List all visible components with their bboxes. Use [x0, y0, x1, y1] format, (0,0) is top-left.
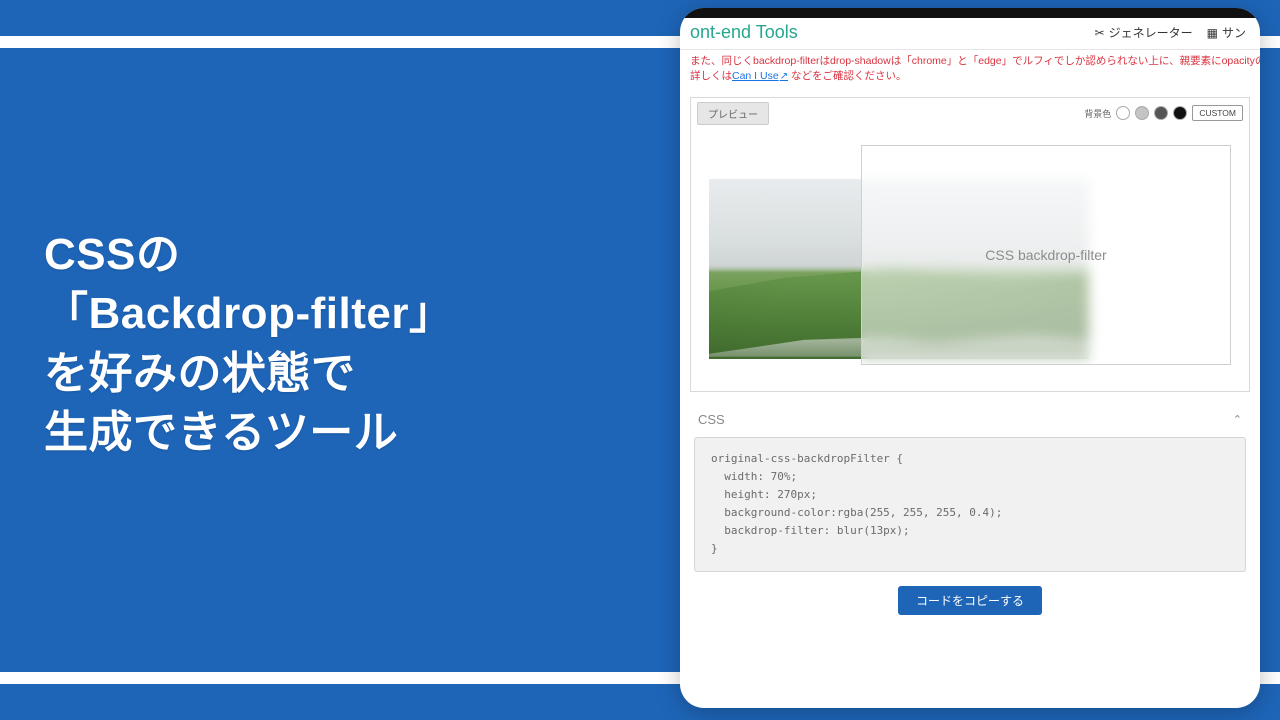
chevron-up-icon: ⌃ — [1233, 413, 1242, 426]
bg-custom-button[interactable]: CUSTOM — [1192, 105, 1243, 121]
nav-generator[interactable]: ✂ ジェネレーター — [1095, 24, 1193, 41]
backdrop-filter-overlay: CSS backdrop-filter — [861, 145, 1231, 365]
preview-canvas: CSS backdrop-filter — [691, 131, 1249, 391]
bg-controls: 背景色 CUSTOM — [1084, 105, 1243, 121]
warning-suffix: などをご確認ください。 — [788, 70, 906, 82]
brand-text: ont-end Tools — [690, 22, 798, 43]
bg-swatch-white[interactable] — [1116, 106, 1130, 120]
preview-section: プレビュー 背景色 CUSTOM CSS backdrop-filter — [690, 97, 1250, 392]
external-link-icon: ↗ — [780, 71, 788, 82]
tools-icon: ✂ — [1095, 26, 1105, 40]
warning-block: また、同じくbackdrop-filterはdrop-shadowは「chrom… — [680, 50, 1260, 93]
preview-header: プレビュー 背景色 CUSTOM — [691, 98, 1249, 131]
grid-icon: ▦ — [1207, 26, 1218, 40]
app-header: ont-end Tools ✂ ジェネレーター ▦ サン — [680, 18, 1260, 50]
bg-label: 背景色 — [1084, 107, 1111, 120]
nav-sample-label: サン — [1222, 24, 1246, 41]
css-title: CSS — [698, 412, 725, 427]
warning-line: 詳しくはCan I Use↗ などをご確認ください。 — [690, 69, 1250, 85]
overlay-text: CSS backdrop-filter — [985, 247, 1106, 263]
warning-line: また、同じくbackdrop-filterはdrop-shadowは「chrom… — [690, 54, 1250, 69]
headline-line: 「Backdrop-filter」 — [44, 284, 453, 343]
bg-swatch-black[interactable] — [1173, 106, 1187, 120]
bg-swatch-light[interactable] — [1135, 106, 1149, 120]
app-window: ont-end Tools ✂ ジェネレーター ▦ サン また、同じくbackd… — [680, 8, 1260, 708]
nav-generator-label: ジェネレーター — [1109, 24, 1193, 41]
warning-prefix: 詳しくは — [690, 70, 732, 82]
headline-line: CSSの — [44, 225, 453, 284]
css-code[interactable]: original-css-backdropFilter { width: 70%… — [694, 437, 1246, 572]
headline-line: を好みの状態で — [44, 344, 453, 403]
nav-sample[interactable]: ▦ サン — [1207, 24, 1246, 41]
bg-swatch-dark[interactable] — [1154, 106, 1168, 120]
copy-code-button[interactable]: コードをコピーする — [898, 586, 1042, 615]
headline: CSSの 「Backdrop-filter」 を好みの状態で 生成できるツール — [44, 225, 453, 463]
copy-row: コードをコピーする — [694, 572, 1246, 633]
window-titlebar — [680, 8, 1260, 18]
css-section: CSS ⌃ original-css-backdropFilter { widt… — [694, 408, 1246, 633]
caniuse-link[interactable]: Can I Use↗ — [732, 70, 788, 82]
css-accordion-header[interactable]: CSS ⌃ — [694, 408, 1246, 437]
preview-tab[interactable]: プレビュー — [697, 102, 769, 125]
headline-line: 生成できるツール — [44, 403, 453, 462]
app-nav: ✂ ジェネレーター ▦ サン — [1095, 24, 1246, 41]
